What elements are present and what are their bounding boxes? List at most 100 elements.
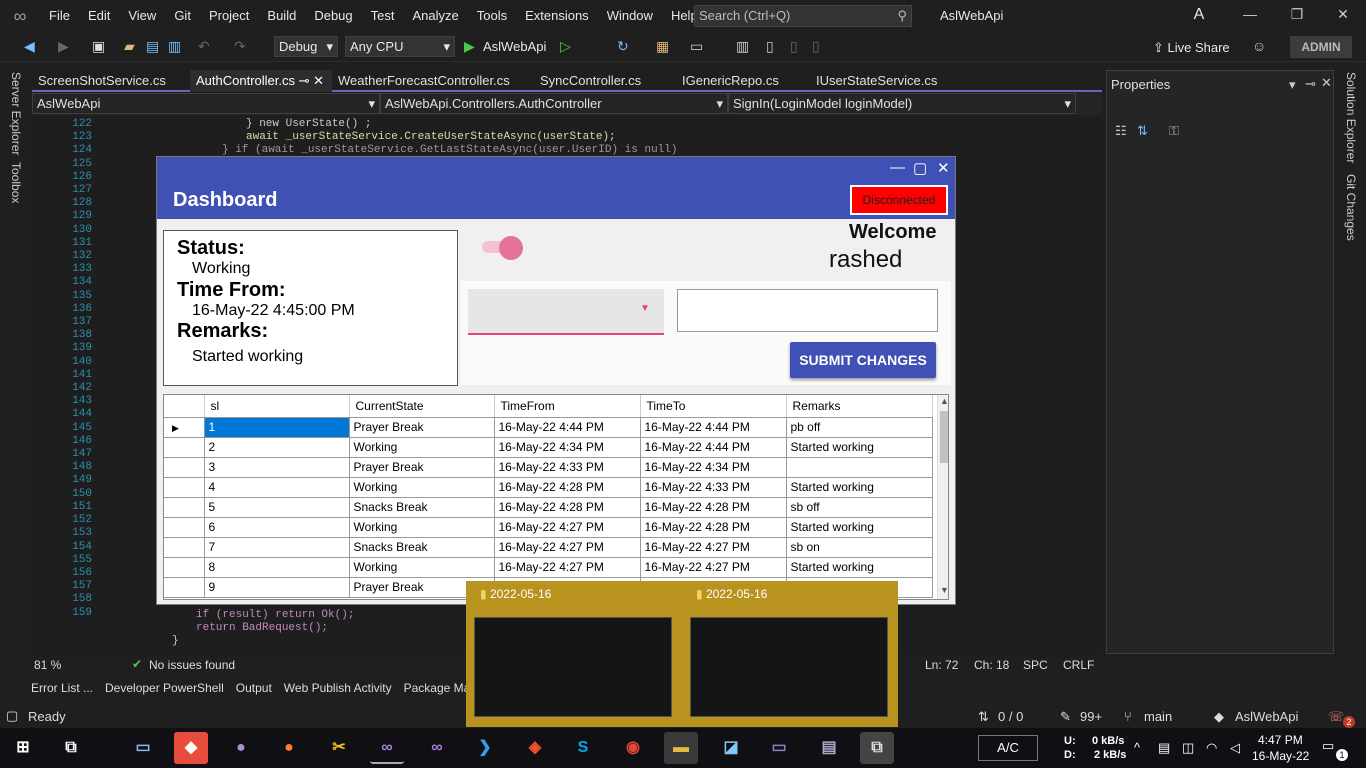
vscode-app-icon[interactable]: ❯: [468, 732, 502, 764]
table-row[interactable]: 5 Snacks Break 16-May-22 4:28 PM 16-May-22 …: [164, 497, 933, 518]
table-cell[interactable]: Snacks Break: [349, 537, 495, 558]
row-header[interactable]: [164, 457, 205, 478]
table-cell[interactable]: Working: [349, 517, 495, 538]
save-all-icon[interactable]: ▥: [168, 38, 181, 55]
config-select[interactable]: Debug ▾: [274, 36, 338, 57]
table-cell[interactable]: 16-May-22 4:28 PM: [640, 517, 787, 538]
submit-changes-button[interactable]: SUBMIT CHANGES: [790, 342, 936, 378]
dashboard-titlebar[interactable]: — ▢ ✕: [157, 157, 955, 181]
member-dropdown[interactable]: SignIn(LoginModel loginModel) ▾: [728, 93, 1076, 114]
tab-iuserstateservice[interactable]: IUserStateService.cs: [810, 70, 950, 92]
tab-synccontroller[interactable]: SyncController.cs: [534, 70, 676, 92]
table-cell[interactable]: sb on: [786, 537, 933, 558]
menu-debug[interactable]: Debug: [305, 0, 361, 32]
split-icon[interactable]: ▥: [736, 38, 749, 55]
ac-indicator[interactable]: A/C: [978, 735, 1038, 761]
table-cell[interactable]: 5: [204, 497, 350, 518]
table-cell[interactable]: Started working: [786, 557, 933, 578]
tab-package-manager[interactable]: Package Mar: [392, 677, 475, 699]
menu-git[interactable]: Git: [165, 0, 200, 32]
toolbox-tab[interactable]: Toolbox: [9, 162, 23, 203]
scroll-down-icon[interactable]: ▼: [940, 585, 948, 595]
table-cell[interactable]: 4: [204, 477, 350, 498]
pin-icon[interactable]: ⊸: [1305, 76, 1316, 92]
table-cell[interactable]: 16-May-22 4:27 PM: [640, 537, 787, 558]
table-cell[interactable]: 16-May-22 4:34 PM: [494, 437, 641, 458]
computer-app-icon[interactable]: ▭: [126, 732, 160, 764]
line-ending[interactable]: CRLF: [1063, 658, 1094, 672]
visual-studio-2-app-icon[interactable]: ∞: [420, 732, 454, 764]
table-cell[interactable]: 3: [204, 457, 350, 478]
table-cell[interactable]: 16-May-22 4:27 PM: [494, 537, 641, 558]
row-header[interactable]: [164, 557, 205, 578]
table-cell[interactable]: Working: [349, 477, 495, 498]
tab-web-publish-activity[interactable]: Web Publish Activity: [272, 677, 392, 699]
close-icon[interactable]: ✕: [313, 73, 324, 88]
table-row[interactable]: 4 Working 16-May-22 4:28 PM 16-May-22 4:33 …: [164, 477, 933, 498]
table-cell[interactable]: 1: [204, 417, 350, 438]
table-row[interactable]: 6 Working 16-May-22 4:27 PM 16-May-22 4:28 …: [164, 517, 933, 538]
restore-icon[interactable]: ❐: [1287, 6, 1307, 23]
table-cell[interactable]: Started working: [786, 517, 933, 538]
table-cell[interactable]: Started working: [786, 437, 933, 458]
table-cell[interactable]: Working: [349, 557, 495, 578]
maximize-icon[interactable]: ▢: [913, 159, 927, 177]
forward-icon[interactable]: ▶: [58, 38, 69, 55]
categorized-icon[interactable]: ☷: [1115, 123, 1127, 139]
browse-icon[interactable]: ▦: [656, 38, 669, 55]
table-cell[interactable]: 7: [204, 537, 350, 558]
run-without-debug-icon[interactable]: ▷: [560, 38, 571, 55]
whitespace-mode[interactable]: SPC: [1023, 658, 1048, 672]
table-row[interactable]: 8 Working 16-May-22 4:27 PM 16-May-22 4:27 …: [164, 557, 933, 578]
skype-app-icon[interactable]: S: [566, 732, 600, 764]
tab-igenericrepo[interactable]: IGenericRepo.cs: [676, 70, 810, 92]
layout-icon[interactable]: ▭: [690, 38, 703, 55]
clock-date[interactable]: 16-May-22: [1252, 749, 1309, 763]
row-header[interactable]: [164, 477, 205, 498]
save-icon[interactable]: ▤: [146, 38, 159, 55]
brave-app-icon[interactable]: ◈: [518, 732, 552, 764]
table-cell[interactable]: 16-May-22 4:27 PM: [494, 557, 641, 578]
tray-display-icon[interactable]: ◫: [1182, 740, 1194, 756]
repo-name[interactable]: AslWebApi: [1235, 709, 1298, 724]
menu-test[interactable]: Test: [362, 0, 404, 32]
column-header-remarks[interactable]: Remarks: [786, 395, 933, 418]
menu-analyze[interactable]: Analyze: [403, 0, 467, 32]
preview-thumbnail[interactable]: [690, 617, 888, 717]
toggle-knob[interactable]: [499, 236, 523, 260]
table-cell[interactable]: 8: [204, 557, 350, 578]
git-client-app-icon[interactable]: ◆: [174, 732, 208, 764]
column-header-sl[interactable]: sl: [204, 395, 350, 418]
tab-authcontroller[interactable]: AuthController.cs ⊸ ✕: [190, 70, 332, 92]
column-header-currentstate[interactable]: CurrentState: [349, 395, 495, 418]
scrollbar-thumb[interactable]: [940, 411, 948, 463]
table-row[interactable]: 3 Prayer Break 16-May-22 4:33 PM 16-May-22 …: [164, 457, 933, 478]
table-cell[interactable]: 9: [204, 577, 350, 598]
new-project-icon[interactable]: ▣: [92, 38, 105, 55]
row-header[interactable]: ▶: [164, 417, 205, 438]
table-row[interactable]: 2 Working 16-May-22 4:34 PM 16-May-22 4:44 …: [164, 437, 933, 458]
menu-build[interactable]: Build: [258, 0, 305, 32]
preview-window[interactable]: ▮ 2022-05-16: [472, 587, 672, 607]
run-icon[interactable]: ▶: [464, 38, 475, 55]
close-icon[interactable]: ✕: [1321, 75, 1332, 91]
table-row[interactable]: ▶ 1 Prayer Break 16-May-22 4:44 PM 16-May-22…: [164, 417, 933, 438]
file-explorer-app-icon[interactable]: ▬: [664, 732, 698, 764]
notes-app-icon[interactable]: ◪: [714, 732, 748, 764]
table-cell[interactable]: sb off: [786, 497, 933, 518]
row-header[interactable]: [164, 517, 205, 538]
row-header[interactable]: [164, 437, 205, 458]
bookmark-prev-icon[interactable]: ▯: [790, 38, 798, 55]
chrome-app-icon[interactable]: ◉: [616, 732, 650, 764]
git-changes-tab[interactable]: Git Changes: [1344, 174, 1358, 241]
minimize-icon[interactable]: —: [890, 159, 905, 176]
notification-icon[interactable]: ☏: [1328, 709, 1344, 725]
table-cell[interactable]: Prayer Break: [349, 417, 495, 438]
scroll-up-icon[interactable]: ▲: [940, 396, 948, 406]
table-cell[interactable]: pb off: [786, 417, 933, 438]
table-cell[interactable]: 16-May-22 4:33 PM: [494, 457, 641, 478]
menu-project[interactable]: Project: [200, 0, 258, 32]
tab-error-list[interactable]: Error List ...: [0, 677, 93, 699]
search-box[interactable]: Search (Ctrl+Q) ⚲: [694, 5, 912, 27]
property-pages-icon[interactable]: ⚿: [1169, 123, 1179, 139]
